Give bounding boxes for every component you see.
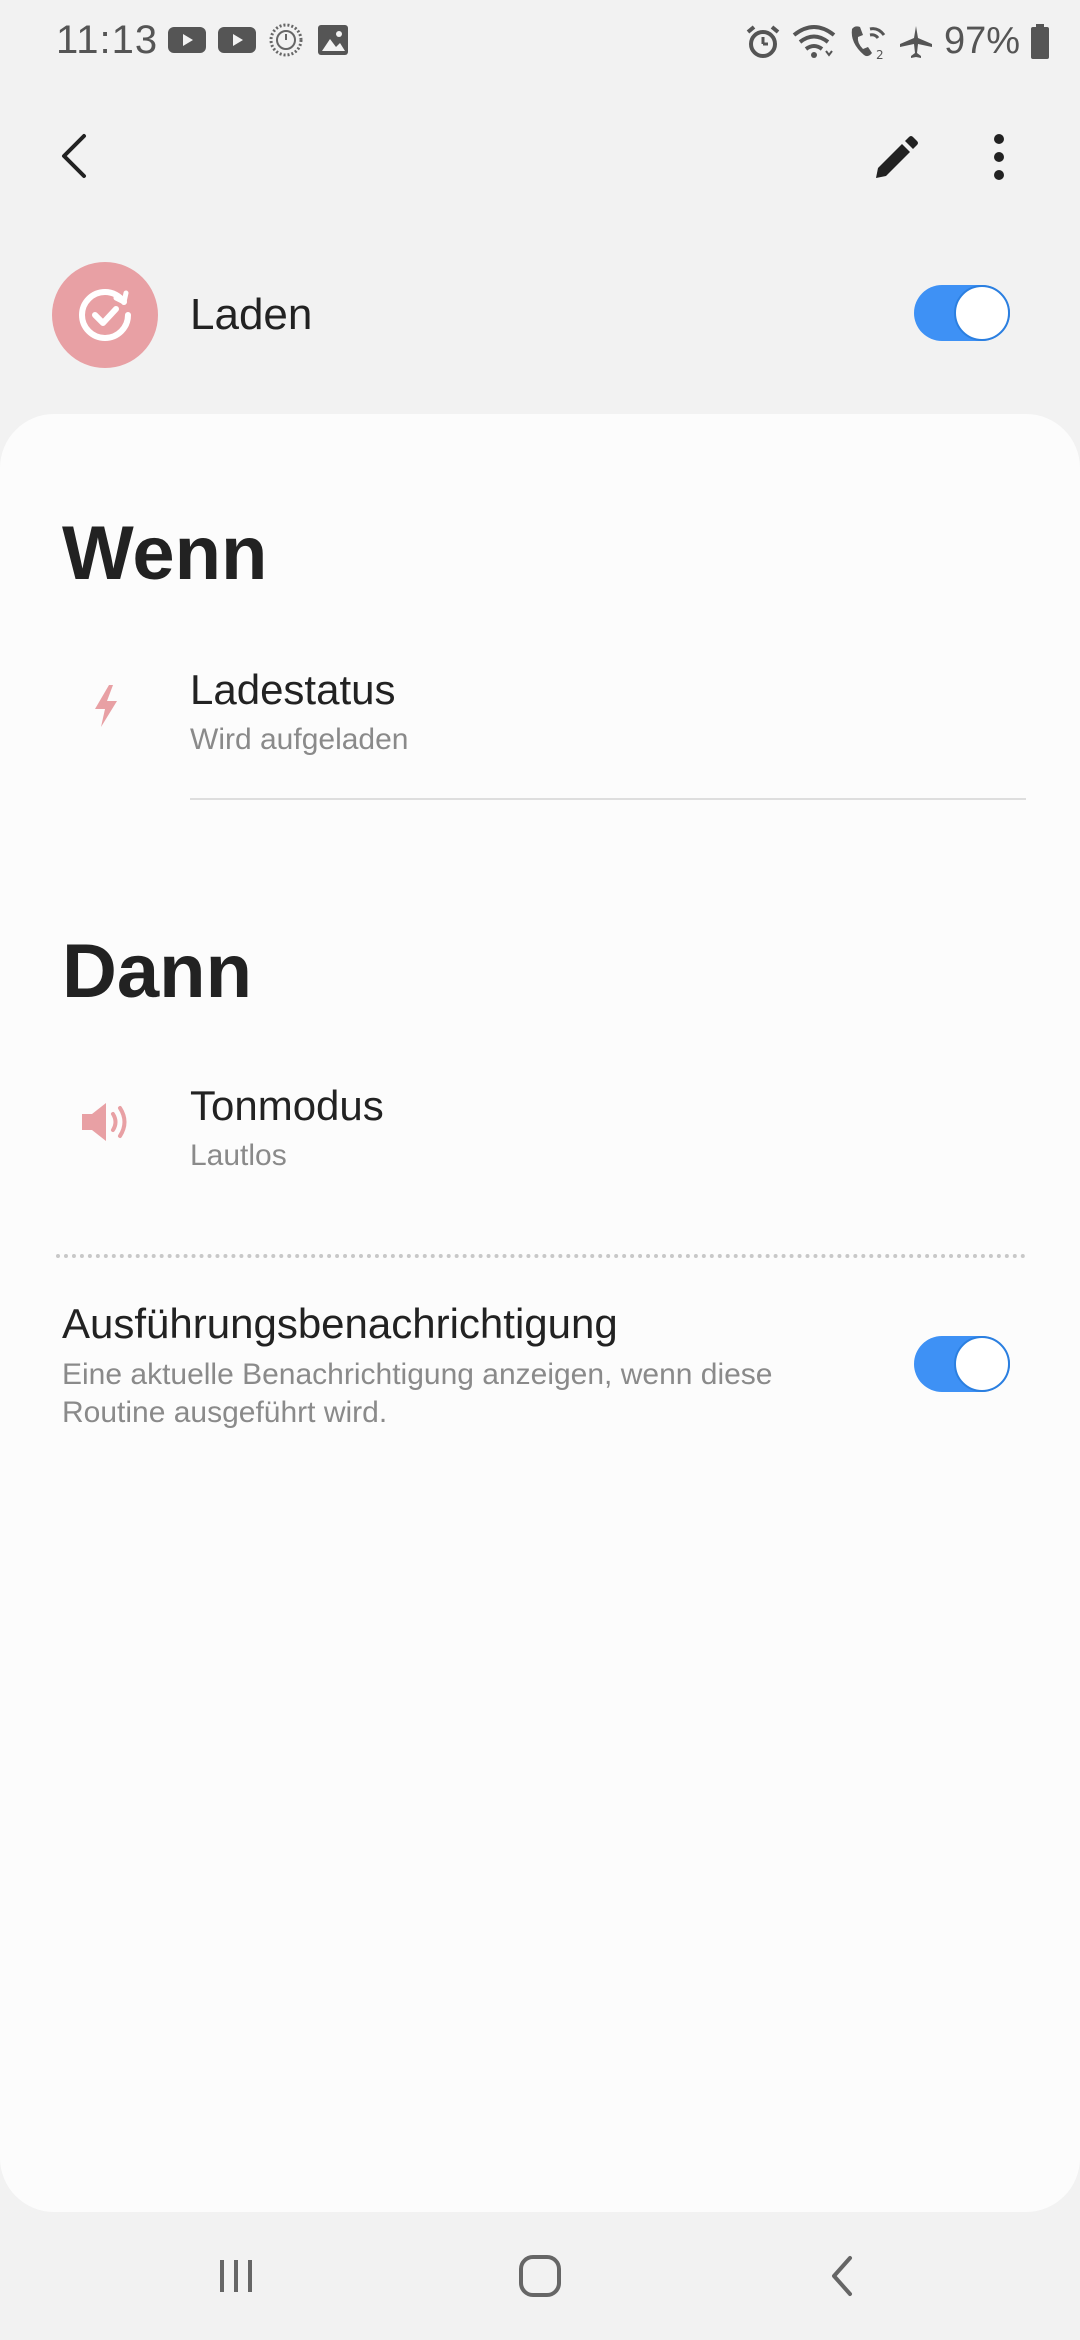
app-bar bbox=[0, 110, 1080, 206]
battery-percent: 97% bbox=[943, 20, 1020, 62]
more-vert-icon bbox=[992, 132, 1006, 187]
condition-item-subtitle: Wird aufgeladen bbox=[190, 723, 409, 756]
battery-icon bbox=[1030, 23, 1050, 60]
status-time: 11:13 bbox=[56, 18, 159, 62]
status-right-icons: 2 97% bbox=[744, 20, 1050, 63]
charging-bolt-icon bbox=[66, 666, 146, 746]
dotted-divider bbox=[56, 1254, 1026, 1258]
routine-check-icon bbox=[52, 262, 158, 368]
more-options-button[interactable] bbox=[964, 124, 1034, 194]
action-item-subtitle: Lautlos bbox=[190, 1139, 287, 1172]
back-arrow-icon bbox=[56, 132, 92, 185]
youtube-icon bbox=[218, 25, 256, 55]
wifi-call-icon: 2 bbox=[846, 23, 888, 61]
routine-card: Wenn Ladestatus Wird aufgeladen Dann Ton… bbox=[0, 414, 1080, 2212]
home-icon bbox=[516, 2252, 564, 2305]
routine-toggle[interactable] bbox=[914, 285, 1010, 341]
pencil-icon bbox=[870, 132, 920, 187]
youtube-icon bbox=[168, 25, 206, 55]
status-bar: 11:13 2 97% bbox=[0, 0, 1080, 84]
conditions-title: Wenn bbox=[62, 511, 268, 596]
recents-icon bbox=[214, 2256, 258, 2301]
svg-text:2: 2 bbox=[876, 48, 884, 61]
recents-button[interactable] bbox=[196, 2238, 276, 2318]
navigation-bar bbox=[0, 2222, 1080, 2340]
toggle-knob bbox=[954, 1336, 1010, 1392]
toggle-knob bbox=[954, 285, 1010, 341]
condition-item-title[interactable]: Ladestatus bbox=[190, 666, 396, 714]
notification-toggle[interactable] bbox=[914, 1336, 1010, 1392]
actions-title: Dann bbox=[62, 929, 252, 1014]
alarm-icon bbox=[744, 23, 782, 61]
notification-title[interactable]: Ausführungsbenachrichtigung bbox=[62, 1300, 618, 1348]
edit-button[interactable] bbox=[860, 124, 930, 194]
airplane-icon bbox=[898, 24, 934, 60]
nav-back-button[interactable] bbox=[802, 2238, 882, 2318]
status-left-icons bbox=[168, 22, 350, 58]
action-item-title[interactable]: Tonmodus bbox=[190, 1082, 384, 1130]
notification-description: Eine aktuelle Benachrichtigung anzeigen,… bbox=[62, 1358, 773, 1429]
routine-header: Laden bbox=[0, 258, 1080, 368]
speaker-icon bbox=[66, 1082, 146, 1162]
back-button[interactable] bbox=[40, 124, 108, 192]
wifi-icon bbox=[792, 23, 836, 61]
screen: 11:13 2 97% Laden Wenn Ladestatus Wird a… bbox=[0, 0, 1080, 2340]
gallery-icon bbox=[316, 23, 350, 57]
clock-app-icon bbox=[268, 22, 304, 58]
home-button[interactable] bbox=[500, 2238, 580, 2318]
routine-name: Laden bbox=[190, 290, 313, 339]
divider bbox=[190, 798, 1026, 800]
nav-back-icon bbox=[826, 2252, 858, 2305]
